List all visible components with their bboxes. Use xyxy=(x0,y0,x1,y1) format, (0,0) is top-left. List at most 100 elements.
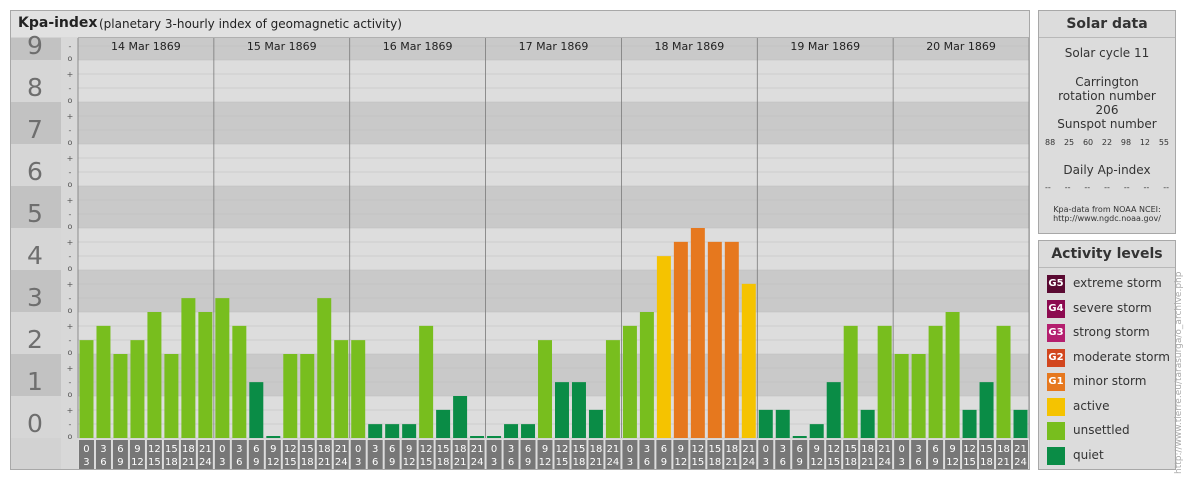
hour-start-label: 0 xyxy=(219,444,225,455)
hour-end-label: 12 xyxy=(403,457,416,468)
activity-levels-title: Activity levels xyxy=(1039,241,1175,268)
day-label: 19 Mar 1869 xyxy=(790,40,860,53)
hour-end-label: 3 xyxy=(898,457,904,468)
hour-end-label: 3 xyxy=(355,457,361,468)
kp-bar xyxy=(758,409,773,438)
kp-bar xyxy=(334,340,349,438)
ap-label: Daily Ap-index xyxy=(1063,163,1151,177)
hour-end-label: 21 xyxy=(997,457,1010,468)
hour-start-label: 9 xyxy=(814,444,820,455)
hour-end-label: 24 xyxy=(742,457,755,468)
y-minor-label: o xyxy=(68,138,73,147)
hour-start-label: 6 xyxy=(661,444,667,455)
solar-data-panel: Solar data Solar cycle 11 Carrington rot… xyxy=(1038,10,1176,234)
hour-end-label: 15 xyxy=(963,457,976,468)
hour-end-label: 15 xyxy=(420,457,433,468)
activity-level-item: G2 moderate storm xyxy=(1047,348,1175,369)
activity-level-item: G1 minor storm xyxy=(1047,373,1175,393)
day-label: 18 Mar 1869 xyxy=(654,40,724,53)
hour-start-label: 3 xyxy=(915,444,921,455)
hour-start-label: 21 xyxy=(742,444,755,455)
ap-value: -- xyxy=(1084,183,1091,192)
level-swatch: G3 xyxy=(1047,324,1065,342)
hour-start-label: 21 xyxy=(878,444,891,455)
level-label: unsettled xyxy=(1073,423,1130,437)
hour-start-label: 18 xyxy=(997,444,1010,455)
kp-bar xyxy=(945,312,960,438)
hour-end-label: 21 xyxy=(182,457,195,468)
hour-start-label: 12 xyxy=(827,444,840,455)
kp-bar xyxy=(656,256,671,438)
hour-end-label: 3 xyxy=(627,457,633,468)
kp-bar xyxy=(690,228,705,438)
hour-start-label: 0 xyxy=(763,444,769,455)
hour-start-label: 3 xyxy=(372,444,378,455)
sunspot-value: 22 xyxy=(1101,138,1113,147)
day-label: 14 Mar 1869 xyxy=(111,40,181,53)
hour-start-label: 9 xyxy=(949,444,955,455)
y-tick-label: 5 xyxy=(27,199,43,228)
hour-end-label: 12 xyxy=(267,457,280,468)
hour-start-label: 21 xyxy=(471,444,484,455)
y-minor-label: o xyxy=(68,306,73,315)
level-swatch xyxy=(1047,397,1065,416)
level-swatch: G2 xyxy=(1047,348,1065,367)
y-minor-label: - xyxy=(69,126,72,135)
y-minor-label: o xyxy=(68,222,73,231)
hour-end-label: 18 xyxy=(980,457,993,468)
hour-start-label: 3 xyxy=(236,444,242,455)
hour-end-label: 12 xyxy=(674,457,687,468)
hour-start-label: 21 xyxy=(199,444,212,455)
kp-bar xyxy=(215,298,230,438)
y-minor-label: - xyxy=(69,168,72,177)
source-line-1: Kpa-data from NOAA NCEI: xyxy=(1053,205,1161,214)
kp-bar xyxy=(419,325,434,438)
sunspot-value: 98 xyxy=(1120,138,1132,147)
kpa-index-panel: Kpa-index (planetary 3-hourly index of g… xyxy=(10,10,1030,470)
source-line-2: http://www.ngdc.noaa.gov/ xyxy=(1053,214,1161,223)
y-minor-label: - xyxy=(69,84,72,93)
hour-start-label: 3 xyxy=(508,444,514,455)
hour-start-label: 6 xyxy=(525,444,531,455)
hour-start-label: 3 xyxy=(780,444,786,455)
kp-bar xyxy=(775,409,790,438)
kpa-chart: 14 Mar 1869 15 Mar 1869 16 Mar 1869 17 Mar … xyxy=(11,31,1029,469)
y-minor-label: + xyxy=(67,154,74,163)
ap-value: -- xyxy=(1143,183,1150,192)
hour-start-label: 21 xyxy=(607,444,620,455)
kp-bar xyxy=(979,382,994,438)
hour-start-label: 15 xyxy=(437,444,450,455)
activity-level-item: quiet xyxy=(1047,446,1175,467)
day-label: 16 Mar 1869 xyxy=(383,40,453,53)
level-label: moderate storm xyxy=(1073,349,1170,364)
hour-start-label: 12 xyxy=(420,444,433,455)
level-swatch: G5 xyxy=(1047,275,1065,293)
ap-value: -- xyxy=(1163,183,1169,192)
hour-end-label: 21 xyxy=(590,457,603,468)
hour-start-label: 18 xyxy=(454,444,467,455)
hour-start-label: 3 xyxy=(100,444,106,455)
y-tick-label: 3 xyxy=(27,283,43,312)
day-label: 15 Mar 1869 xyxy=(247,40,317,53)
kp-bar xyxy=(487,436,502,438)
kp-bar xyxy=(673,241,688,438)
y-tick-label: 8 xyxy=(27,73,43,102)
y-tick-label: 4 xyxy=(27,241,43,270)
level-label: strong storm xyxy=(1073,325,1150,339)
hour-start-label: 6 xyxy=(389,444,395,455)
kp-bar xyxy=(283,354,298,438)
sunspot-label: Sunspot number xyxy=(1057,117,1157,131)
activity-level-item: G4 severe storm xyxy=(1047,299,1175,320)
hour-start-label: 0 xyxy=(491,444,497,455)
hour-end-label: 21 xyxy=(318,457,331,468)
hour-start-label: 15 xyxy=(573,444,586,455)
kp-bar xyxy=(453,396,468,438)
hour-start-label: 6 xyxy=(253,444,259,455)
hour-end-label: 6 xyxy=(508,457,514,468)
hour-end-label: 18 xyxy=(437,457,450,468)
activity-level-item: unsettled xyxy=(1047,422,1175,442)
ap-value: -- xyxy=(1104,183,1110,192)
kp-bar xyxy=(639,312,654,438)
hour-end-label: 9 xyxy=(797,457,803,468)
hour-end-label: 18 xyxy=(708,457,721,468)
